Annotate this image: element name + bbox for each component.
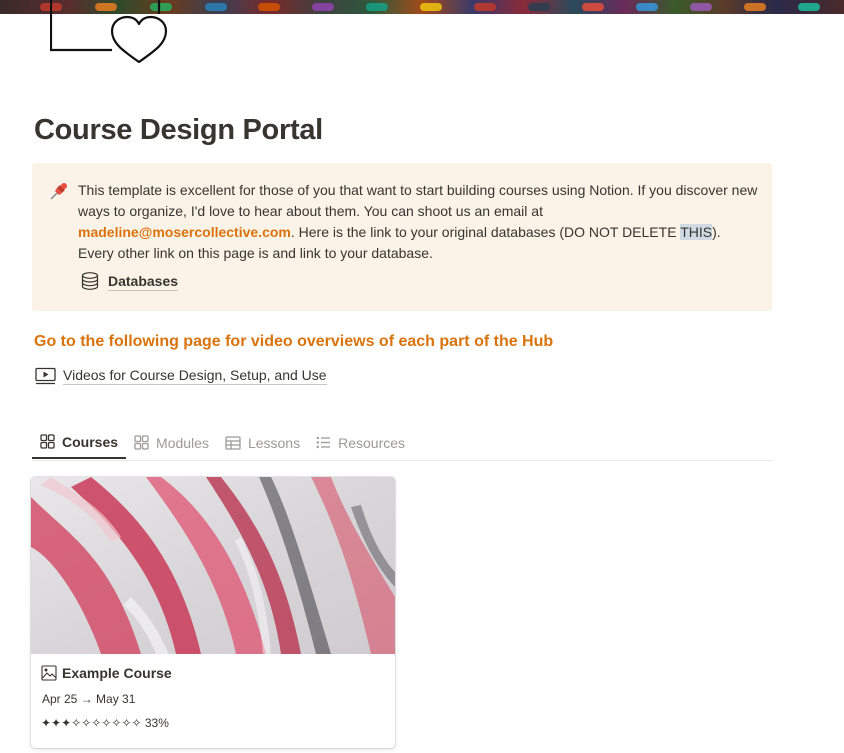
gallery-icon [40, 434, 55, 449]
video-section-heading: Go to the following page for video overv… [34, 333, 554, 350]
callout-block: This template is excellent for those of … [32, 163, 772, 311]
card-title: Example Course [62, 665, 172, 681]
videos-page-link[interactable]: Videos for Course Design, Setup, and Use [35, 366, 327, 385]
tab-lessons-label: Lessons [247, 434, 301, 451]
email-link[interactable]: madeline@mosercollective.com [78, 224, 291, 240]
laptop-heart-icon[interactable] [49, 0, 170, 66]
databases-link-label[interactable]: Databases [108, 272, 179, 291]
callout-text-part2: . Here is the link to your original data… [290, 224, 681, 240]
callout-text: This template is excellent for those of … [78, 180, 758, 264]
database-icon [81, 272, 99, 290]
tab-courses[interactable]: Courses [32, 426, 127, 459]
tab-modules-label: Modules [156, 434, 209, 451]
tab-lessons[interactable]: Lessons [217, 426, 308, 459]
tab-courses-label: Courses [62, 433, 119, 450]
tab-resources-label: Resources [338, 434, 406, 451]
tab-resources[interactable]: Resources [308, 426, 413, 459]
table-icon [225, 435, 241, 450]
videos-page-link-label[interactable]: Videos for Course Design, Setup, and Use [63, 366, 327, 385]
gallery-card[interactable]: Example Course Apr 25 → May 31 ✦✦✦✧✧✧✧✧✧… [31, 477, 395, 748]
image-icon [41, 665, 57, 681]
pushpin-icon [49, 181, 69, 201]
highlighted-text: THIS [680, 224, 713, 240]
list-icon [316, 436, 331, 449]
video-icon [35, 367, 56, 384]
card-title-row: Example Course [41, 665, 172, 681]
callout-text-part1: This template is excellent for those of … [78, 182, 758, 219]
card-progress: ✦✦✦✧✧✧✧✧✧✧ 33% [41, 716, 169, 730]
databases-link[interactable]: Databases [80, 271, 179, 291]
gallery-icon [134, 435, 149, 450]
database-view-tabs: Courses Modules Lessons Resources [32, 426, 772, 461]
page-title: Course Design Portal [34, 114, 323, 146]
tab-modules[interactable]: Modules [126, 426, 217, 459]
card-dates: Apr 25 → May 31 [42, 692, 136, 706]
card-cover-image [31, 477, 395, 654]
